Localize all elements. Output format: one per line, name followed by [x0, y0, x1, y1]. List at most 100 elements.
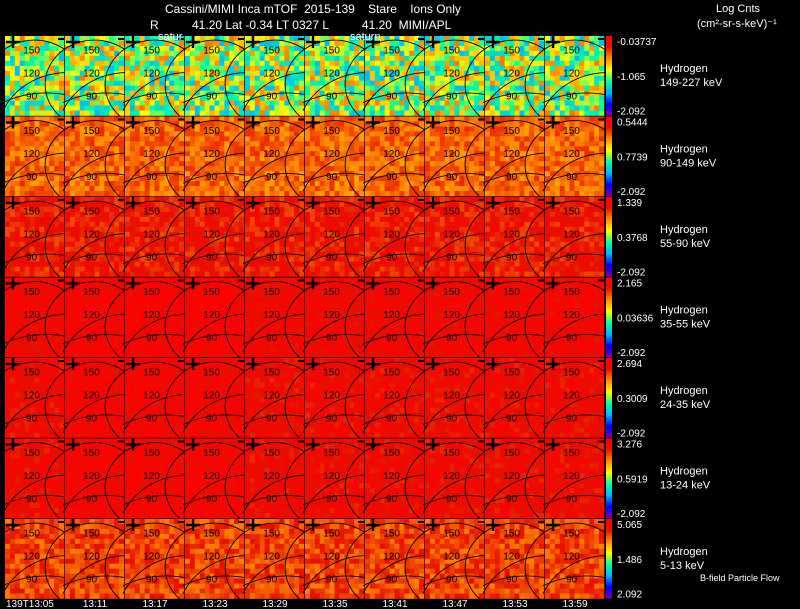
heatmap-cell — [185, 85, 191, 91]
heatmap-cell — [299, 171, 305, 177]
heatmap-cell — [489, 100, 496, 106]
heatmap-cell — [159, 181, 165, 187]
heatmap-cell — [144, 105, 150, 111]
heatmap-cell — [204, 85, 210, 91]
heatmap-cell — [59, 70, 65, 77]
contour-label: 120 — [143, 149, 160, 160]
contour-label: 150 — [203, 207, 220, 218]
heatmap-cell — [169, 211, 175, 218]
heatmap-cell — [334, 166, 340, 172]
heatmap-cell — [199, 80, 205, 86]
heatmap-cell — [485, 156, 491, 162]
heatmap-cell — [169, 176, 175, 182]
heatmap-cell — [485, 191, 491, 197]
heatmap-cell — [174, 166, 180, 172]
heatmap-cell — [479, 90, 485, 96]
heatmap-cell — [359, 191, 365, 197]
heatmap-cell — [234, 105, 240, 111]
heatmap-cell — [459, 186, 465, 192]
heatmap-cell — [279, 121, 285, 127]
heatmap-cell — [369, 100, 376, 106]
heatmap-cell — [219, 181, 225, 187]
heatmap-cell — [119, 236, 125, 243]
heatmap-cell — [245, 246, 251, 252]
heatmap-cell — [189, 146, 196, 152]
heatmap-cell — [509, 136, 515, 142]
heatmap-cell — [514, 80, 520, 86]
contour-label: 150 — [563, 46, 580, 57]
heatmap-cell — [34, 191, 40, 197]
heatmap-cell — [209, 136, 215, 142]
heatmap-cell — [524, 105, 530, 111]
heatmap-cell — [534, 45, 540, 52]
heatmap-cell — [504, 55, 510, 62]
heatmap-cell — [34, 136, 40, 142]
heatmap-cell — [589, 181, 595, 187]
heatmap-cell — [179, 251, 185, 257]
heatmap-cell — [104, 191, 110, 197]
heatmap-cell — [454, 55, 460, 62]
heatmap-cell — [69, 136, 76, 142]
heatmap-cell — [374, 161, 381, 167]
heatmap-cell — [545, 110, 551, 116]
heatmap-cell — [584, 50, 590, 57]
heatmap-cell — [169, 136, 175, 142]
heatmap-cell — [199, 266, 205, 272]
heatmap-cell — [479, 181, 485, 187]
heatmap-cell — [419, 90, 425, 96]
heatmap-cell — [159, 126, 165, 132]
heatmap-cell — [379, 141, 385, 147]
heatmap-cell — [419, 55, 425, 62]
heatmap-cell — [529, 85, 535, 91]
heatmap-cell — [74, 126, 81, 132]
heatmap-cell — [179, 95, 185, 101]
heatmap-cell — [389, 136, 395, 142]
heatmap-cell — [204, 221, 210, 228]
heatmap-cell — [305, 116, 311, 122]
heatmap-cell — [539, 146, 545, 152]
heatmap-cell — [305, 80, 311, 86]
heatmap-cell — [305, 151, 311, 157]
contour-label: 120 — [143, 230, 160, 241]
heatmap-cell — [485, 116, 491, 122]
heatmap-cell — [154, 271, 160, 277]
heatmap-cell — [114, 166, 120, 172]
heatmap-cell — [99, 70, 105, 77]
heatmap-cell — [259, 36, 265, 42]
heatmap-cell — [239, 90, 245, 96]
heatmap-cell — [554, 75, 561, 82]
heatmap-cell — [259, 60, 265, 67]
heatmap-cell — [444, 85, 450, 91]
heatmap-cell — [149, 266, 155, 272]
heatmap-cell — [425, 166, 431, 172]
heatmap-cell — [494, 141, 501, 147]
heatmap-cell — [549, 146, 556, 152]
heatmap-cell — [89, 216, 95, 223]
heatmap-cell — [399, 141, 405, 147]
heatmap-cell — [54, 261, 60, 267]
heatmap-cell — [299, 181, 305, 187]
heatmap-cell — [309, 90, 316, 96]
heatmap-cell — [485, 136, 491, 142]
heatmap-cell — [479, 141, 485, 147]
heatmap-cell — [174, 236, 180, 243]
heatmap-cell — [479, 40, 485, 47]
heatmap-cell — [129, 246, 136, 252]
heatmap-cell — [19, 60, 25, 67]
heatmap-cell — [109, 116, 115, 122]
heatmap-cell — [185, 136, 191, 142]
heatmap-cell — [409, 116, 415, 122]
heatmap-cell — [69, 216, 76, 223]
heatmap-cell — [494, 161, 501, 167]
heatmap-cell — [134, 141, 141, 147]
heatmap-cell — [44, 141, 50, 147]
heatmap-cell — [9, 181, 16, 187]
contour-label: 150 — [383, 126, 400, 137]
heatmap-cell — [384, 186, 390, 192]
heatmap-cell — [599, 161, 605, 167]
heatmap-cell — [234, 75, 240, 82]
heatmap-cell — [579, 65, 585, 72]
heatmap-cell — [109, 191, 115, 197]
heatmap-cell — [554, 45, 561, 52]
heatmap-cell — [129, 211, 136, 218]
